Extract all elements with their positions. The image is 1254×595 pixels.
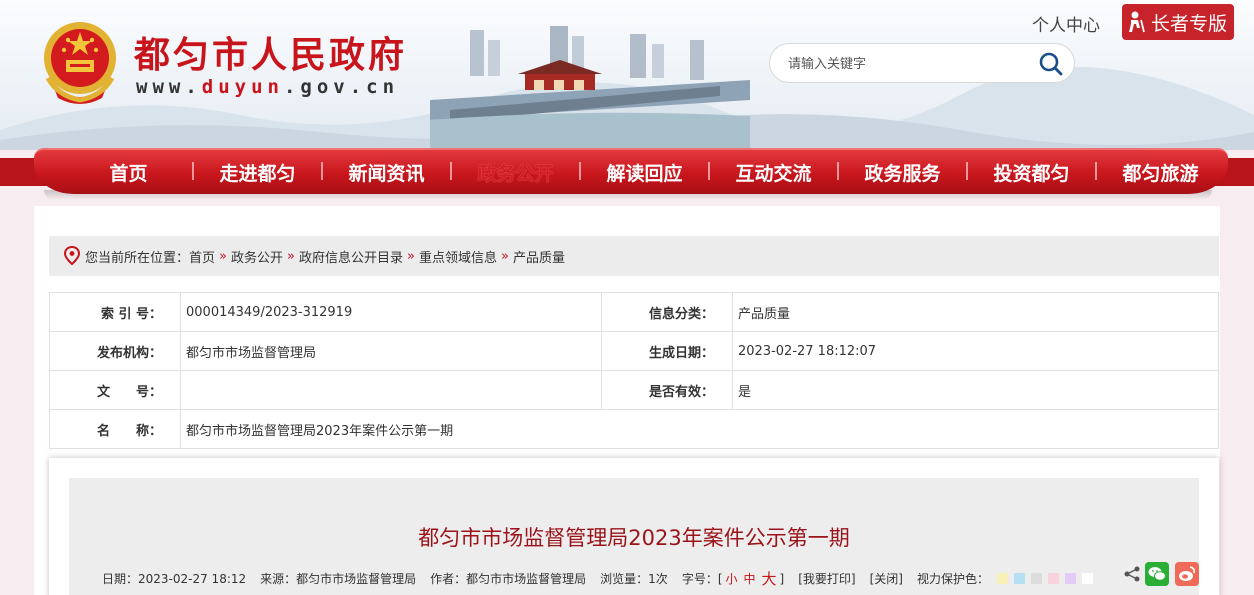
national-emblem-icon — [44, 22, 116, 104]
breadcrumb-separator: » — [287, 248, 295, 264]
breadcrumb-prefix: 您当前所在位置： — [85, 250, 190, 266]
nav-item-label: 走进都匀 — [219, 162, 296, 185]
article-meta: 日期：2023-02-27 18:12 来源：都匀市市场监督管理局 作者：都匀市… — [102, 568, 1099, 589]
font-size-small-button[interactable]: 小 — [726, 570, 738, 587]
site-url: www.duyun.gov.cn — [136, 76, 399, 98]
article-title: 都匀市市场监督管理局2023年案件公示第一期 — [418, 526, 850, 550]
nav-item-label: 都匀旅游 — [1122, 162, 1199, 185]
breadcrumb-separator: » — [407, 248, 415, 264]
url-domain: duyun — [201, 76, 284, 98]
valid-label: 是否有效： — [601, 370, 733, 410]
eye-color-swatch-pink[interactable] — [1048, 573, 1059, 584]
article-header: 都匀市市场监督管理局2023年案件公示第一期 日期：2023-02-27 18:… — [69, 478, 1199, 595]
name-label: 名 称： — [49, 409, 181, 449]
personal-center-link[interactable]: 个人中心 — [1032, 11, 1100, 36]
breadcrumb-key-areas[interactable]: 重点领域信息 — [419, 247, 497, 266]
nav-item-home[interactable]: 首页 — [64, 159, 194, 186]
index-label: 索 引 号： — [49, 292, 181, 332]
weibo-share-icon[interactable] — [1175, 562, 1199, 586]
nav-item-label: 新闻资讯 — [348, 162, 425, 185]
elder-mode-label: 长者专版 — [1151, 12, 1228, 35]
table-row: 文 号： 是否有效： 是 — [49, 370, 1219, 410]
nav-item-label: 投资都匀 — [993, 162, 1070, 185]
search-icon[interactable] — [1038, 51, 1064, 77]
nav-item-interpret[interactable]: 解读回应 — [580, 159, 710, 186]
date-value: 2023-02-27 18:12:07 — [732, 331, 1219, 371]
publisher-value: 都匀市市场监督管理局 — [180, 331, 602, 371]
breadcrumb-home[interactable]: 首页 — [189, 247, 215, 266]
nav-item-label: 政务服务 — [864, 162, 941, 185]
url-prefix: www. — [136, 76, 202, 98]
docno-label: 文 号： — [49, 370, 181, 410]
site-header: 都匀市人民政府 www.duyun.gov.cn 个人中心 长者专版 — [0, 0, 1254, 150]
date-label: 生成日期： — [601, 331, 733, 371]
eye-color-swatch-blue[interactable] — [1014, 573, 1025, 584]
index-value: 000014349/2023-312919 — [180, 292, 602, 332]
site-title: 都匀市人民政府 — [134, 35, 408, 76]
category-label: 信息分类： — [601, 292, 733, 332]
nav-item-invest[interactable]: 投资都匀 — [967, 159, 1097, 186]
nav-item-travel[interactable]: 都匀旅游 — [1096, 159, 1225, 186]
eye-protect-label: 视力保护色： — [916, 572, 989, 586]
search-input[interactable] — [788, 53, 1028, 75]
eye-color-swatch-white[interactable] — [1082, 573, 1093, 584]
nav-item-interact[interactable]: 互动交流 — [709, 159, 839, 186]
nav-item-gov-open[interactable]: 政务公开 — [451, 159, 581, 186]
breadcrumb-product-quality[interactable]: 产品质量 — [513, 247, 565, 266]
city-bridge-image — [430, 26, 750, 150]
article-views: 浏览量：1次 — [600, 572, 668, 586]
table-row: 名 称： 都匀市市场监督管理局2023年案件公示第一期 — [49, 409, 1219, 449]
name-value: 都匀市市场监督管理局2023年案件公示第一期 — [180, 409, 1219, 449]
nav-item-label: 解读回应 — [606, 162, 683, 185]
eye-color-swatch-yellow[interactable] — [997, 573, 1008, 584]
article-date: 日期：2023-02-27 18:12 — [102, 572, 247, 586]
breadcrumb: 您当前所在位置： 首页» 政务公开» 政府信息公开目录» 重点领域信息» 产品质… — [49, 236, 1219, 276]
font-size-label: 字号：[ — [681, 572, 723, 586]
breadcrumb-gov-open[interactable]: 政务公开 — [231, 247, 283, 266]
location-pin-icon — [63, 246, 81, 266]
article-author: 作者：都匀市市场监督管理局 — [430, 572, 587, 586]
nav-item-about[interactable]: 走进都匀 — [193, 159, 323, 186]
share-icon[interactable] — [1123, 565, 1141, 583]
docno-value — [180, 370, 602, 410]
elder-mode-button[interactable]: 长者专版 — [1122, 4, 1234, 40]
breadcrumb-separator: » — [219, 248, 227, 264]
font-size-medium-button[interactable]: 中 — [744, 570, 756, 587]
breadcrumb-catalog[interactable]: 政府信息公开目录 — [299, 247, 403, 266]
article-source: 来源：都匀市市场监督管理局 — [260, 572, 417, 586]
table-row: 发布机构： 都匀市市场监督管理局 生成日期： 2023-02-27 18:12:… — [49, 331, 1219, 371]
publisher-label: 发布机构： — [49, 331, 181, 371]
font-size-large-button[interactable]: 大 — [762, 568, 777, 589]
nav-item-news[interactable]: 新闻资讯 — [322, 159, 452, 186]
eye-color-swatch-purple[interactable] — [1065, 573, 1076, 584]
breadcrumb-separator: » — [500, 248, 509, 264]
font-size-close: ] — [779, 571, 785, 586]
url-suffix: .gov.cn — [283, 76, 400, 98]
print-button[interactable]: [我要打印] — [798, 570, 855, 587]
main-nav: 首页 走进都匀 新闻资讯 政务公开 解读回应 互动交流 政务服务 投资都匀 都匀… — [0, 148, 1254, 200]
close-button[interactable]: [关闭] — [870, 570, 903, 587]
elder-person-icon — [1129, 11, 1145, 33]
article-panel: 都匀市市场监督管理局2023年案件公示第一期 日期：2023-02-27 18:… — [49, 458, 1219, 595]
valid-value: 是 — [732, 370, 1219, 410]
nav-item-label: 首页 — [109, 162, 148, 185]
eye-color-swatch-gray[interactable] — [1031, 573, 1042, 584]
wechat-share-icon[interactable] — [1145, 562, 1169, 586]
info-table: 索 引 号： 000014349/2023-312919 信息分类： 产品质量 … — [49, 292, 1219, 449]
search-box — [769, 43, 1075, 83]
nav-item-label: 互动交流 — [735, 162, 812, 185]
nav-item-label: 政务公开 — [477, 162, 554, 185]
nav-bar: 首页 走进都匀 新闻资讯 政务公开 解读回应 互动交流 政务服务 投资都匀 都匀… — [34, 148, 1228, 194]
nav-item-service[interactable]: 政务服务 — [838, 159, 968, 186]
table-row: 索 引 号： 000014349/2023-312919 信息分类： 产品质量 — [49, 292, 1219, 332]
category-value: 产品质量 — [732, 292, 1219, 332]
